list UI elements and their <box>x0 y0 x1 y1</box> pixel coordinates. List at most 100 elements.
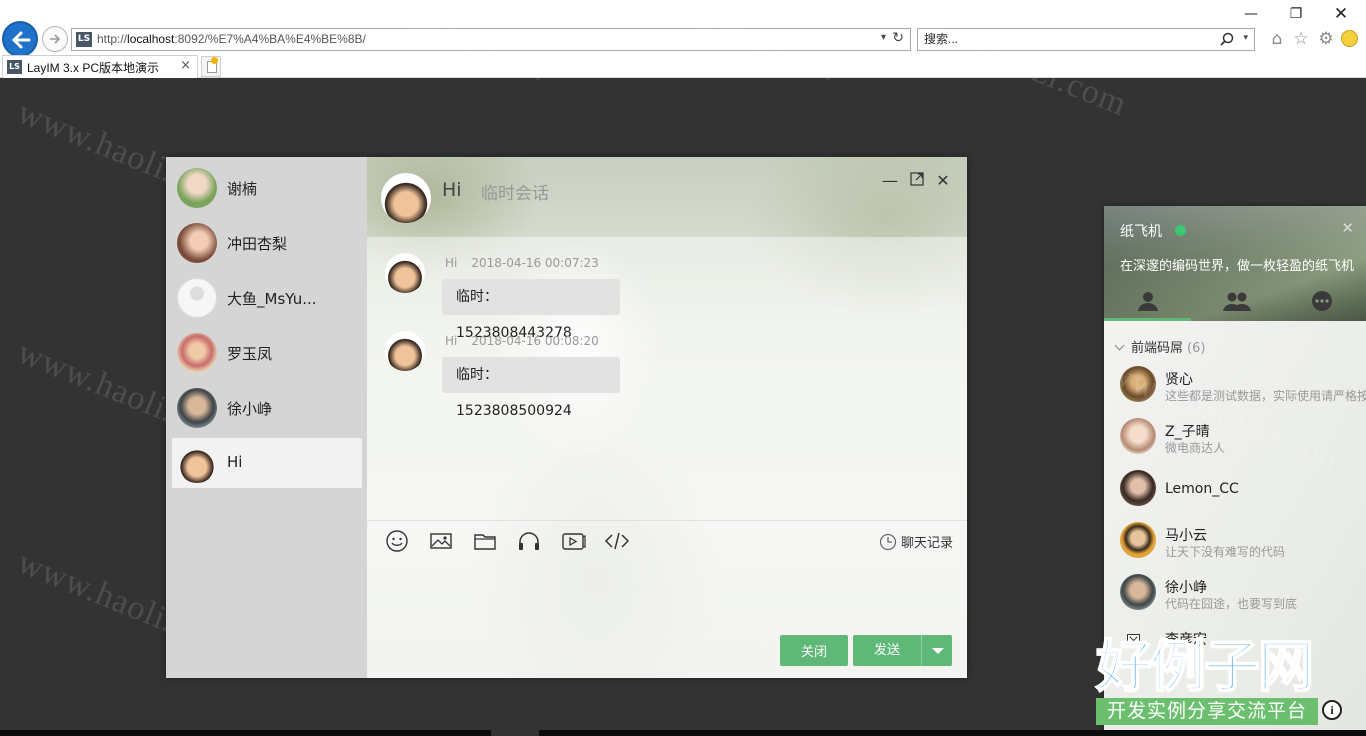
arrow-right-icon <box>50 34 61 44</box>
browser-tab[interactable]: LS LayIM 3.x PC版本地演示 × <box>2 55 198 78</box>
sidebar-item-label: 罗玉凤 <box>227 345 273 363</box>
friend-tab-icon <box>1138 292 1158 311</box>
friend-name: 贤心 <box>1165 372 1193 388</box>
close-chat-button[interactable]: 关闭 <box>780 635 848 666</box>
friend-signature: 让天下没有难写的代码 <box>1165 545 1286 559</box>
friend-name: 马小云 <box>1165 528 1207 544</box>
message-meta: Hi 2018-04-16 00:07:23 <box>445 256 599 270</box>
clock-icon <box>879 533 897 551</box>
code-icon[interactable] <box>604 528 630 554</box>
chat-toolbar: 聊天记录 <box>367 520 967 560</box>
site-logo-tagline: 开发实例分享交流平台 <box>1096 698 1318 725</box>
avatar <box>177 333 217 373</box>
tab-close-icon[interactable]: × <box>180 58 191 73</box>
video-icon[interactable] <box>560 528 586 554</box>
avatar <box>177 278 217 318</box>
tab-title: LayIM 3.x PC版本地演示 <box>27 61 160 75</box>
site-favicon-icon: LS <box>76 32 92 47</box>
chevron-down-icon <box>1114 340 1125 351</box>
maximize-icon[interactable] <box>907 171 927 191</box>
friend-name: Z_子晴 <box>1165 424 1210 440</box>
sidebar-item-label: 冲田杏梨 <box>227 235 288 253</box>
close-window-icon[interactable]: ✕ <box>1329 4 1353 24</box>
sidebar-item-label: 大鱼_MsYu... <box>227 290 317 308</box>
chat-sidebar: 谢楠 冲田杏梨 大鱼_MsYu... 罗玉凤 徐小峥 Hi <box>166 157 367 678</box>
avatar <box>381 173 431 223</box>
send-button-label[interactable]: 发送 <box>853 635 921 666</box>
tab-favicon-icon: LS <box>7 60 22 74</box>
close-icon[interactable]: ✕ <box>933 171 953 191</box>
gear-icon[interactable]: ⚙ <box>1316 29 1336 49</box>
sidebar-item-label: 谢楠 <box>227 180 258 198</box>
sidebar-item-label: 徐小峥 <box>227 400 273 418</box>
close-icon[interactable]: ✕ <box>1341 219 1354 237</box>
group-tab-icon <box>1223 292 1251 311</box>
new-tab-button[interactable] <box>201 56 221 77</box>
chat-window: 谢楠 冲田杏梨 大鱼_MsYu... 罗玉凤 徐小峥 Hi Hi 临时会话 — <box>166 157 967 678</box>
sidebar-item[interactable]: 罗玉凤 <box>172 328 362 378</box>
avatar <box>1120 418 1156 454</box>
sidebar-item-active[interactable]: Hi <box>172 438 362 488</box>
search-box[interactable]: ▾ <box>917 28 1255 51</box>
tab-history[interactable] <box>1278 286 1365 321</box>
search-icon[interactable] <box>1220 32 1234 46</box>
send-options-chevron-icon[interactable] <box>921 635 952 666</box>
avatar <box>1120 522 1156 558</box>
headphones-icon[interactable] <box>516 528 542 554</box>
friend-signature: 代码在囧途，也要写到底 <box>1165 597 1298 611</box>
avatar <box>1120 366 1156 402</box>
message-bubble: 临时：1523808500924 <box>442 357 620 419</box>
arrow-left-icon <box>11 31 31 49</box>
feedback-smiley-icon[interactable] <box>1341 30 1358 47</box>
friend-group-header[interactable]: 前端码屌 (6) <box>1114 337 1205 356</box>
current-username: 纸飞机 <box>1120 224 1162 240</box>
online-status-icon[interactable] <box>1175 225 1186 236</box>
taskbar <box>0 730 1366 736</box>
avatar <box>385 253 425 293</box>
chat-subtitle: 临时会话 <box>481 184 549 204</box>
tab-groups[interactable] <box>1191 286 1278 321</box>
message-bubble: 临时：1523808443278 <box>442 279 620 341</box>
chevron-down-icon[interactable]: ▾ <box>881 32 886 43</box>
taskbar-active-app[interactable] <box>491 730 539 736</box>
avatar <box>177 388 217 428</box>
sidebar-item[interactable]: 谢楠 <box>172 163 362 213</box>
minimize-icon[interactable]: — <box>880 171 900 191</box>
friend-signature: 这些都是测试数据，实际使用请严格按照该格式返回 <box>1165 389 1366 403</box>
browser-chrome: LS http://localhost:8092/%E7%A4%BA%E4%BE… <box>0 0 1366 78</box>
site-logo: 好例子网 <box>1095 635 1315 700</box>
sidebar-item-label: Hi <box>227 453 243 471</box>
home-icon[interactable]: ⌂ <box>1267 29 1287 49</box>
info-icon[interactable]: i <box>1322 700 1342 720</box>
image-icon[interactable] <box>428 528 454 554</box>
url-text[interactable]: http://localhost:8092/%E7%A4%BA%E4%BE%8B… <box>97 32 366 46</box>
avatar <box>177 223 217 263</box>
sidebar-item[interactable]: 徐小峥 <box>172 383 362 433</box>
message-meta: Hi 2018-04-16 00:08:20 <box>445 334 599 348</box>
friend-name: 徐小峥 <box>1165 580 1207 596</box>
folder-icon[interactable] <box>472 528 498 554</box>
avatar <box>177 443 217 483</box>
chat-history-button[interactable]: 聊天记录 <box>879 532 953 551</box>
address-bar[interactable]: LS http://localhost:8092/%E7%A4%BA%E4%BE… <box>71 28 911 51</box>
restore-icon[interactable]: ❐ <box>1284 4 1308 24</box>
search-input[interactable] <box>924 32 1204 46</box>
friend-name: Lemon_CC <box>1165 481 1239 497</box>
friend-signature: 微电商达人 <box>1165 441 1226 455</box>
chat-title: Hi <box>442 179 462 201</box>
refresh-icon[interactable]: ↻ <box>892 30 904 46</box>
chevron-down-icon[interactable]: ▾ <box>1243 33 1248 43</box>
emoji-icon[interactable] <box>384 528 410 554</box>
minimize-icon[interactable]: — <box>1239 4 1263 24</box>
tab-friends[interactable] <box>1104 286 1191 321</box>
back-button[interactable] <box>2 21 38 57</box>
forward-button[interactable] <box>42 26 68 52</box>
sidebar-item[interactable]: 大鱼_MsYu... <box>172 273 362 323</box>
history-tab-icon <box>1312 291 1332 311</box>
sidebar-item[interactable]: 冲田杏梨 <box>172 218 362 268</box>
avatar <box>1120 470 1156 506</box>
user-signature[interactable]: 在深邃的编码世界，做一枚轻盈的纸飞机 <box>1120 255 1354 274</box>
send-button[interactable]: 发送 <box>853 635 952 666</box>
avatar <box>1120 574 1156 610</box>
star-icon[interactable]: ☆ <box>1291 29 1311 49</box>
